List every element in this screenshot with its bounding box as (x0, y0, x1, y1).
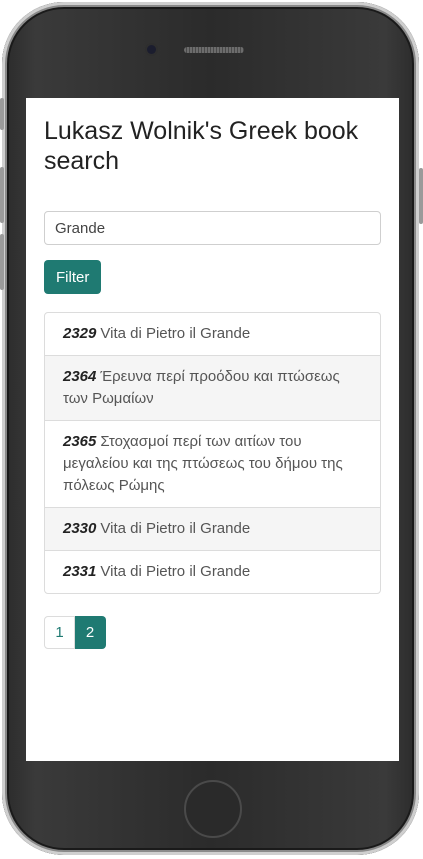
book-id: 2330 (63, 520, 97, 537)
page-link-2[interactable]: 2 (75, 616, 106, 649)
home-button[interactable] (184, 780, 242, 838)
pagination: 1 2 (44, 616, 106, 649)
volume-down-button (0, 234, 4, 290)
list-item[interactable]: 2365 Στοχασμοί περί των αιτίων του μεγαλε… (45, 420, 380, 507)
page-link-1[interactable]: 1 (44, 616, 75, 649)
book-title: Vita di Pietro il Grande (100, 325, 251, 342)
page-title: Lukasz Wolnik's Greek book search (44, 117, 359, 175)
book-title: Στοχασμοί περί των αιτίων του μεγαλείου … (63, 433, 343, 494)
volume-up-button (0, 167, 4, 223)
list-item[interactable]: 2364 Έρευνα περί προόδου και πτώσεως των … (45, 355, 380, 420)
power-button (419, 168, 423, 224)
screen: Lukasz Wolnik's Greek book search Filter… (26, 98, 399, 761)
book-id: 2365 (63, 433, 97, 450)
book-id: 2329 (63, 325, 97, 342)
list-item[interactable]: 2331 Vita di Pietro il Grande (45, 550, 380, 593)
book-id: 2364 (63, 368, 97, 385)
book-title: Έρευνα περί προόδου και πτώσεως των Ρωμα… (63, 368, 340, 407)
list-item[interactable]: 2330 Vita di Pietro il Grande (45, 507, 380, 550)
filter-button[interactable]: Filter (44, 260, 102, 294)
list-item[interactable]: 2329 Vita di Pietro il Grande (45, 313, 380, 355)
book-title: Vita di Pietro il Grande (100, 520, 251, 537)
phone-frame: Lukasz Wolnik's Greek book search Filter… (2, 2, 419, 855)
speaker-grille (184, 47, 244, 53)
search-input[interactable] (44, 211, 381, 245)
results-list: 2329 Vita di Pietro il Grande 2364 Έρευνα … (44, 312, 381, 594)
book-id: 2331 (63, 563, 97, 580)
book-title: Vita di Pietro il Grande (100, 563, 251, 580)
camera-icon (147, 45, 156, 54)
mute-switch (0, 98, 4, 130)
